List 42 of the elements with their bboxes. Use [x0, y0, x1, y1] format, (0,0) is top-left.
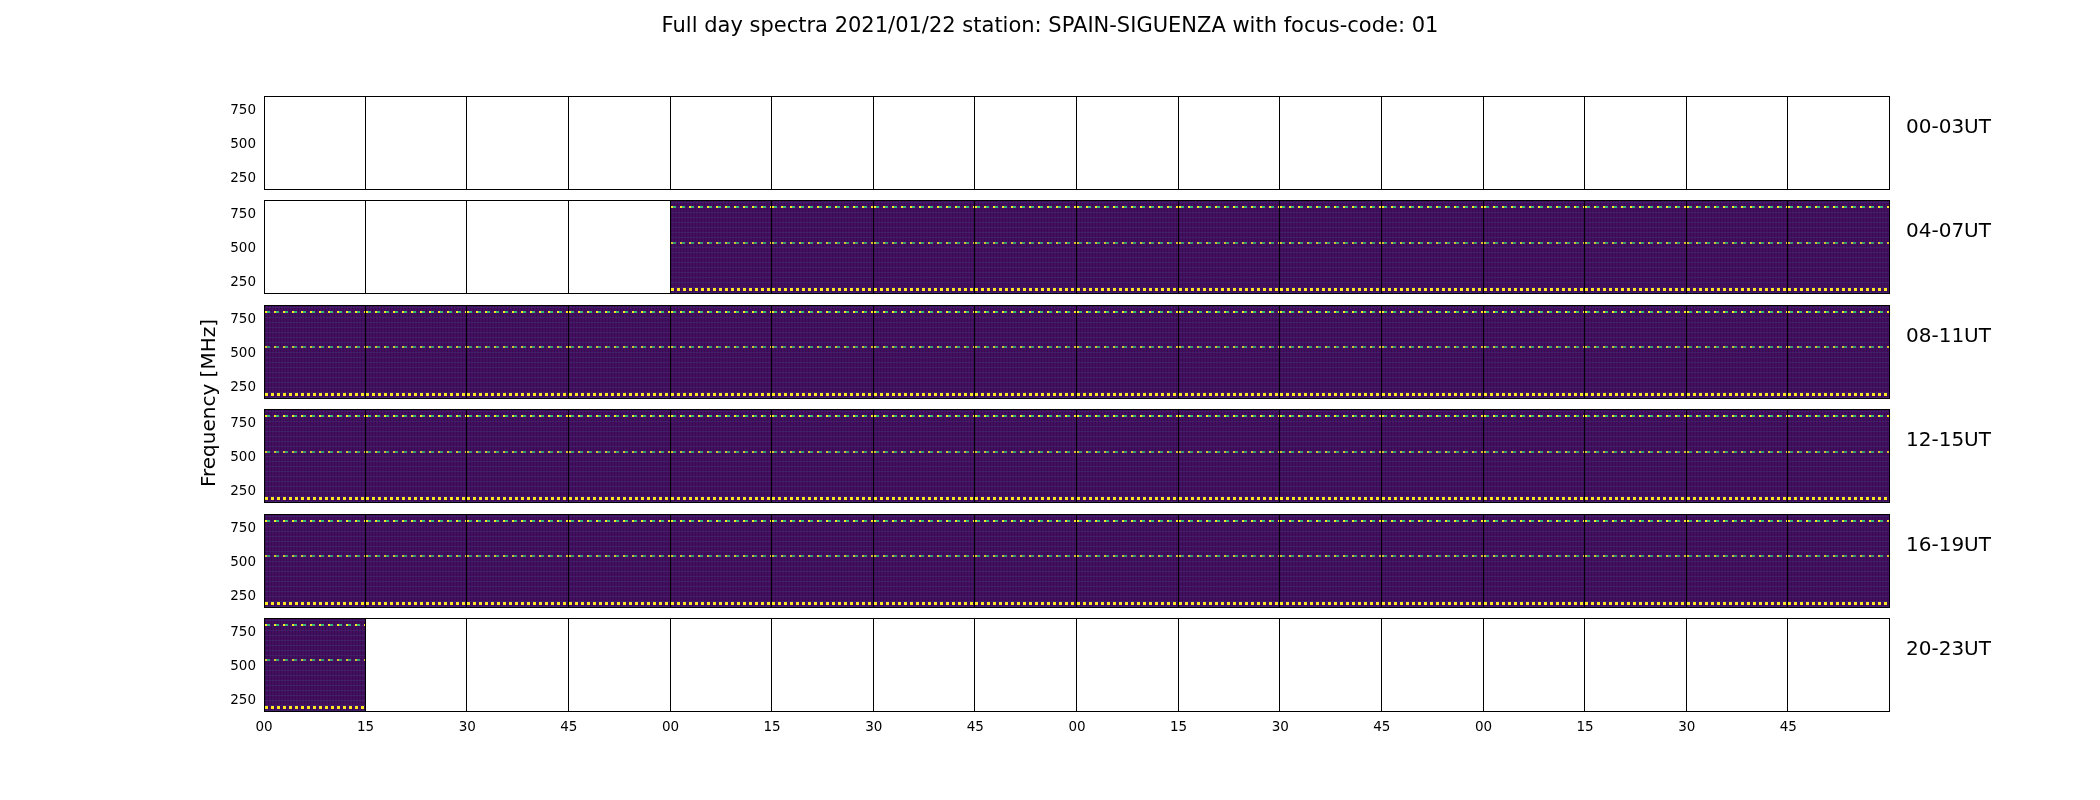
tick-label: 15: [763, 718, 781, 735]
tick-label: 00: [661, 718, 680, 735]
tick-label: 750: [230, 518, 257, 535]
tick-label: 750: [230, 309, 257, 326]
tick-label: 45: [1779, 718, 1797, 735]
tick-label: 00: [255, 718, 273, 735]
tick-label: 750: [230, 101, 257, 117]
tick-label: 750: [230, 414, 257, 431]
tick-label: 750: [230, 622, 257, 639]
tick-label: 00: [1474, 718, 1493, 735]
tick-label: 45: [1373, 718, 1391, 735]
tick-label: 15: [1576, 718, 1594, 735]
tick-label: 500: [230, 448, 257, 465]
row-label: 20-23UT: [1906, 634, 1991, 662]
tick-label: 250: [230, 377, 257, 394]
figure-title: Full day spectra 2021/01/22 station: SPAIN-SIGUENZA with focus-code: 01: [660, 12, 1440, 38]
tick-label: 750: [230, 205, 257, 222]
tick-label: 250: [230, 273, 257, 290]
tick-label: 45: [966, 718, 984, 735]
row-label: 04-07UT: [1906, 217, 1991, 245]
tick-label: 500: [230, 135, 257, 151]
row-label: 16-19UT: [1906, 530, 1991, 558]
tick-label: 250: [230, 169, 257, 185]
row-label: 12-15UT: [1906, 426, 1991, 454]
tick-label: 500: [230, 552, 257, 569]
tick-label: 250: [230, 690, 257, 707]
tick-label: 30: [458, 718, 476, 735]
tick-label: 500: [230, 239, 257, 256]
row-label: 00-03UT: [1906, 113, 1991, 140]
tick-label: 500: [230, 343, 257, 360]
tick-label: 45: [560, 718, 578, 735]
tick-label: 00: [1068, 718, 1086, 735]
tick-label: 30: [1271, 718, 1289, 735]
tick-label: 15: [1170, 718, 1188, 735]
tick-label: 250: [230, 586, 257, 603]
tick-label: 30: [865, 718, 883, 735]
tick-label: 30: [1678, 718, 1696, 735]
tick-label: 500: [230, 656, 257, 673]
tick-label: 250: [230, 482, 257, 499]
axis-label: Frequency [MHz]: [196, 319, 220, 488]
row-label: 08-11UT: [1906, 321, 1991, 349]
tick-label: 15: [357, 718, 375, 735]
